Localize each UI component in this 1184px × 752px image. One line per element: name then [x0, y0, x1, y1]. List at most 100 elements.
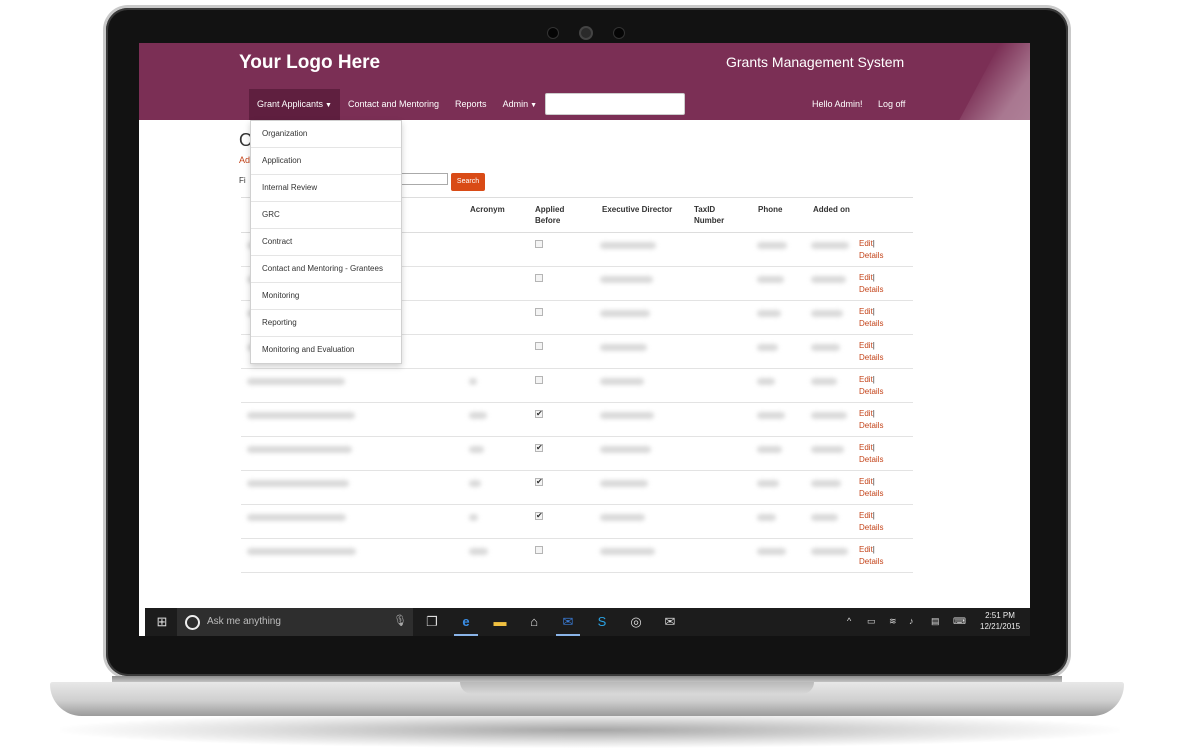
windows-start-icon[interactable]: ⊞ [153, 613, 171, 631]
redacted-cell [600, 276, 653, 283]
chevron-up-icon[interactable]: ^ [847, 616, 851, 626]
edit-link[interactable]: Edit [859, 545, 873, 554]
menu-item-application[interactable]: Application [251, 148, 401, 175]
wifi-icon[interactable]: ≋ [889, 616, 897, 627]
nav-reports[interactable]: Reports [447, 89, 495, 120]
keyboard-icon[interactable]: ⌨ [953, 616, 966, 627]
col-executive-director[interactable]: Executive Director [602, 204, 672, 215]
redacted-cell [600, 548, 655, 555]
redacted-cell [757, 412, 785, 419]
details-link[interactable]: Details [859, 523, 883, 532]
greeting[interactable]: Hello Admin! [812, 99, 863, 109]
redacted-cell [600, 242, 656, 249]
redacted-cell [600, 480, 648, 487]
separator: | [872, 443, 875, 452]
row-actions: Edit| Details [859, 340, 883, 364]
find-input[interactable] [398, 173, 448, 185]
caret-down-icon: ▼ [325, 102, 332, 109]
menu-item-internal-review[interactable]: Internal Review [251, 175, 401, 202]
file-explorer-icon[interactable]: ▬ [491, 613, 509, 631]
details-link[interactable]: Details [859, 251, 883, 260]
nav-admin[interactable]: Admin ▼ [495, 89, 545, 120]
menu-item-contract[interactable]: Contract [251, 229, 401, 256]
details-link[interactable]: Details [859, 557, 883, 566]
cortana-search[interactable]: Ask me anything 🎙 [177, 608, 413, 636]
col-acronym[interactable]: Acronym [470, 204, 505, 215]
details-link[interactable]: Details [859, 455, 883, 464]
menu-item-monitoring-evaluation[interactable]: Monitoring and Evaluation [251, 337, 401, 363]
battery-icon[interactable]: ▭ [867, 616, 876, 627]
edit-link[interactable]: Edit [859, 511, 873, 520]
logoff-link[interactable]: Log off [878, 99, 905, 109]
edit-link[interactable]: Edit [859, 341, 873, 350]
menu-item-monitoring[interactable]: Monitoring [251, 283, 401, 310]
nav-search-input[interactable] [545, 93, 685, 115]
details-link[interactable]: Details [859, 319, 883, 328]
details-link[interactable]: Details [859, 353, 883, 362]
redacted-cell [469, 412, 487, 419]
col-taxid[interactable]: TaxID Number [694, 204, 734, 226]
redacted-cell [757, 514, 776, 521]
skype-icon[interactable]: S [593, 613, 611, 631]
outlook-icon[interactable]: ✉ [559, 613, 577, 631]
row-actions: Edit| Details [859, 510, 883, 534]
clock-date: 12/21/2015 [980, 622, 1021, 631]
camera-dot [548, 28, 558, 38]
redacted-cell [600, 310, 650, 317]
camera-sensor [614, 28, 624, 38]
details-link[interactable]: Details [859, 285, 883, 294]
redacted-cell [811, 514, 838, 521]
details-link[interactable]: Details [859, 421, 883, 430]
add-new-link[interactable]: Ad [239, 155, 250, 165]
nav-grant-applicants[interactable]: Grant Applicants ▼ [249, 89, 340, 120]
menu-item-grc[interactable]: GRC [251, 202, 401, 229]
task-view-icon[interactable]: ❐ [423, 613, 441, 631]
redacted-cell [811, 378, 837, 385]
taskbar-clock[interactable]: 2:51 PM 12/21/2015 [980, 610, 1020, 632]
edit-link[interactable]: Edit [859, 409, 873, 418]
cortana-icon [185, 615, 200, 630]
table-row: ✔ Edit| Details [241, 471, 913, 505]
col-phone[interactable]: Phone [758, 204, 782, 215]
applied-before-checkbox: ✔ [535, 511, 543, 520]
media-player-icon[interactable]: ◎ [627, 613, 645, 631]
edit-link[interactable]: Edit [859, 307, 873, 316]
microphone-icon[interactable]: 🎙 [393, 614, 407, 627]
store-icon[interactable]: ⌂ [525, 613, 543, 631]
edit-link[interactable]: Edit [859, 443, 873, 452]
col-added-on[interactable]: Added on [813, 204, 850, 215]
details-link[interactable]: Details [859, 489, 883, 498]
row-actions: Edit| Details [859, 374, 883, 398]
site-header: Your Logo Here Grants Management System … [139, 43, 1030, 120]
screen: Your Logo Here Grants Management System … [139, 43, 1030, 636]
redacted-cell [600, 514, 645, 521]
redacted-cell [247, 514, 346, 521]
menu-item-reporting[interactable]: Reporting [251, 310, 401, 337]
site-logo[interactable]: Your Logo Here [239, 52, 380, 74]
edit-link[interactable]: Edit [859, 273, 873, 282]
redacted-cell [811, 344, 840, 351]
active-app-indicator [556, 634, 580, 636]
menu-item-contact-mentoring-grantees[interactable]: Contact and Mentoring - Grantees [251, 256, 401, 283]
notifications-icon[interactable]: ▤ [931, 616, 940, 627]
laptop-notch [460, 682, 814, 694]
col-applied-before[interactable]: Applied Before [535, 204, 575, 226]
edit-link[interactable]: Edit [859, 477, 873, 486]
separator: | [872, 375, 875, 384]
nav-contact-mentoring[interactable]: Contact and Mentoring [340, 89, 447, 120]
camera-lens [581, 28, 591, 38]
edit-link[interactable]: Edit [859, 375, 873, 384]
volume-icon[interactable]: ♪ [909, 616, 914, 626]
row-actions: Edit| Details [859, 476, 883, 500]
details-link[interactable]: Details [859, 387, 883, 396]
redacted-cell [469, 548, 488, 555]
edit-link[interactable]: Edit [859, 239, 873, 248]
redacted-cell [757, 548, 786, 555]
menu-item-organization[interactable]: Organization [251, 121, 401, 148]
clock-time: 2:51 PM [985, 611, 1015, 620]
search-button[interactable]: Search [451, 173, 485, 191]
redacted-cell [811, 480, 841, 487]
mail-icon[interactable]: ✉ [661, 613, 679, 631]
edge-browser-icon[interactable]: e [457, 613, 475, 631]
redacted-cell [469, 480, 481, 487]
